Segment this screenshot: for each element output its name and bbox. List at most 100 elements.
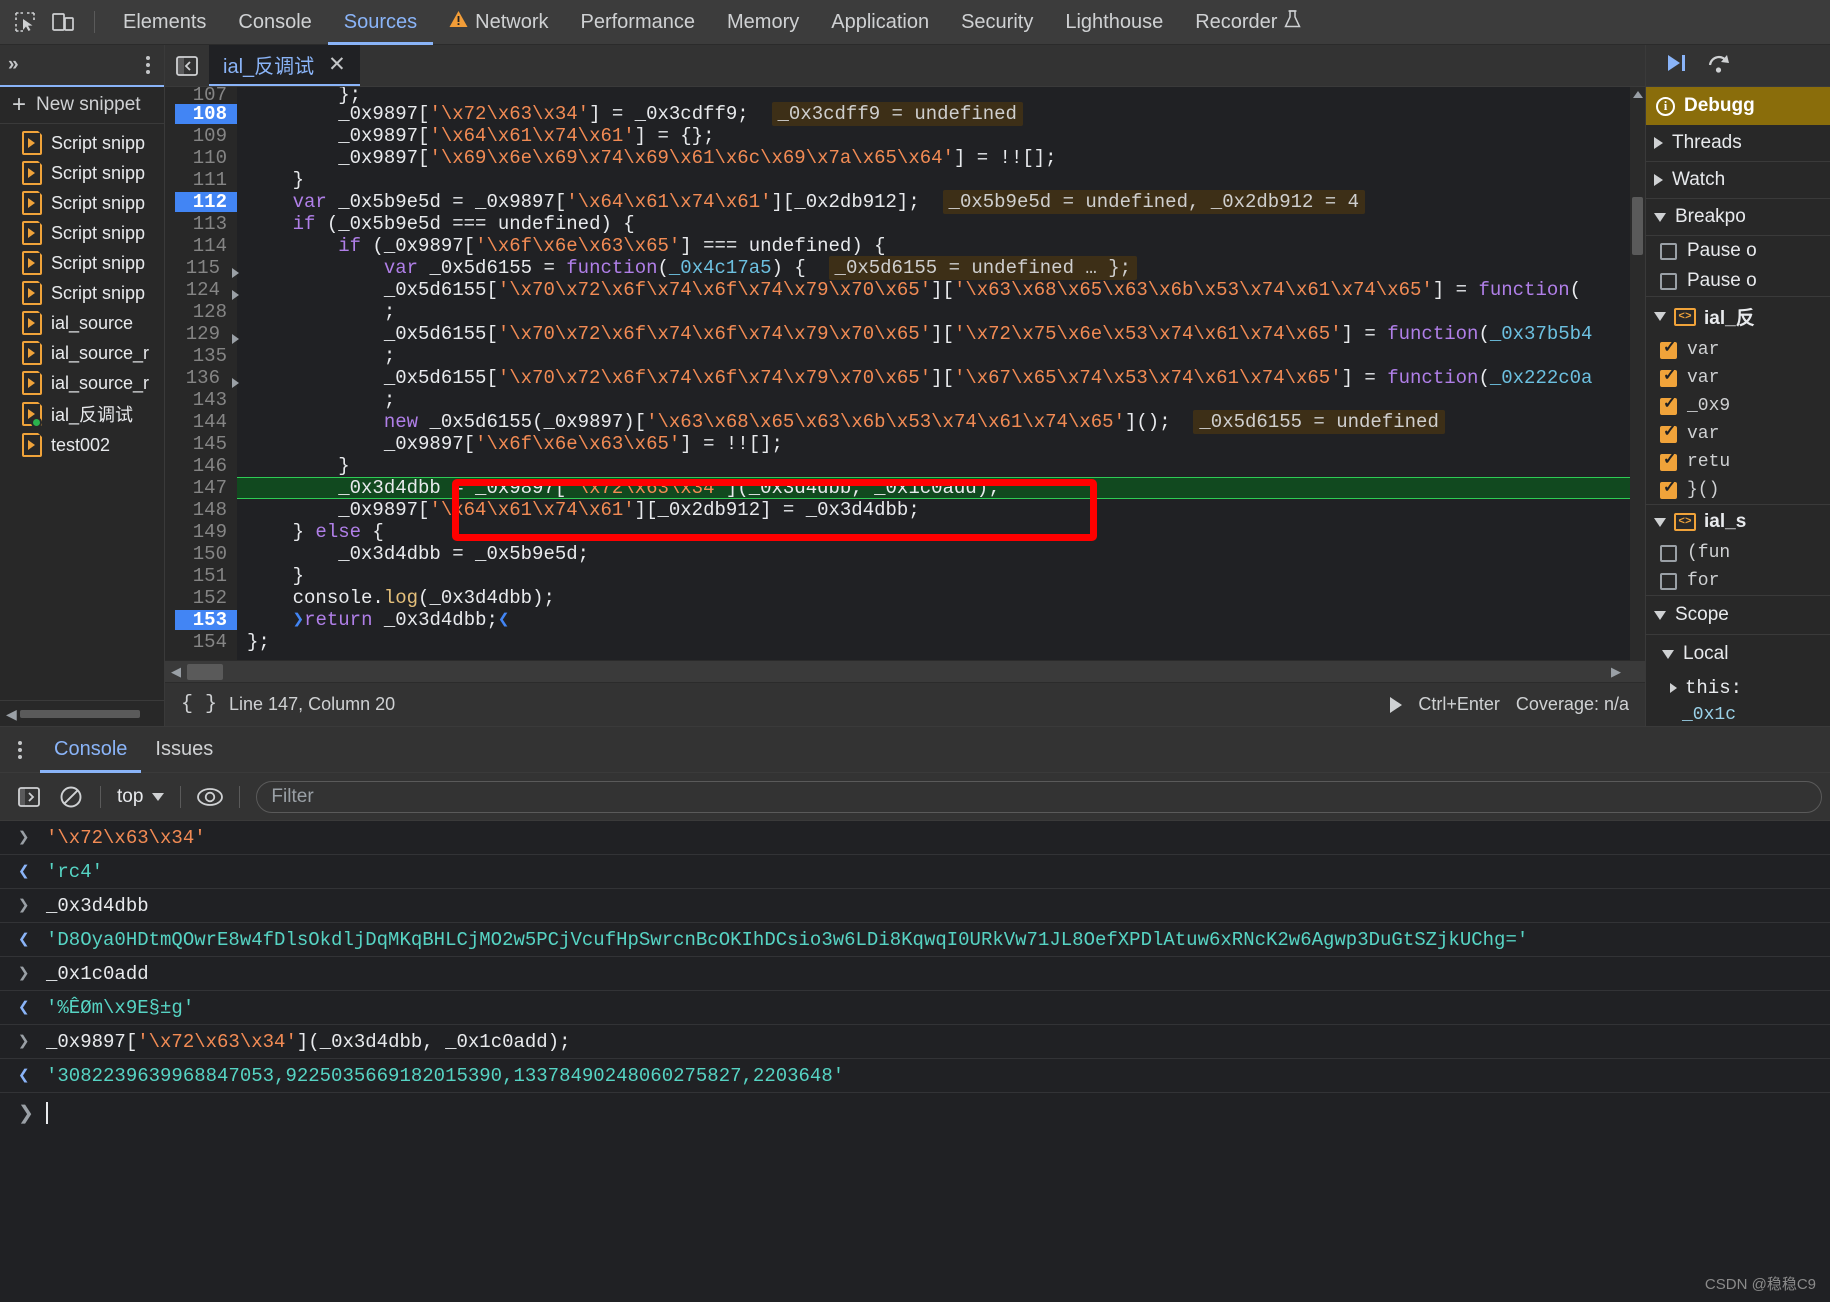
checkbox-icon[interactable] bbox=[1660, 368, 1677, 387]
list-item[interactable]: ial_source_r bbox=[0, 368, 164, 398]
console-filter-input[interactable]: Filter bbox=[256, 780, 1822, 813]
tab-console[interactable]: Console bbox=[222, 0, 327, 45]
device-toolbar-icon[interactable] bbox=[44, 5, 82, 39]
drawer-tab-console[interactable]: Console bbox=[40, 727, 141, 773]
gutter-line[interactable]: 143 bbox=[165, 389, 237, 411]
clear-console-icon[interactable] bbox=[50, 777, 92, 817]
code-line[interactable]: }; bbox=[237, 631, 1630, 653]
code-fold-icon[interactable] bbox=[232, 268, 239, 278]
scope-variable[interactable]: _0x1c bbox=[1646, 703, 1830, 726]
breakpoint-item[interactable]: for bbox=[1646, 567, 1830, 595]
gutter-line[interactable]: 113 bbox=[165, 213, 237, 235]
breakpoint-group-header[interactable]: <> ial_s bbox=[1646, 504, 1830, 539]
gutter-line[interactable]: 154 bbox=[165, 631, 237, 653]
gutter-line[interactable]: 148 bbox=[165, 499, 237, 521]
list-item[interactable]: ial_source bbox=[0, 308, 164, 338]
code-line[interactable]: } bbox=[237, 169, 1630, 191]
gutter-line[interactable]: 152 bbox=[165, 587, 237, 609]
gutter-line[interactable]: 128 bbox=[165, 301, 237, 323]
code-line[interactable]: if (_0x5b9e5d === undefined) { bbox=[237, 213, 1630, 235]
gutter-line[interactable]: 149 bbox=[165, 521, 237, 543]
scroll-left-icon[interactable]: ◀ bbox=[171, 664, 181, 680]
gutter-line[interactable]: 150 bbox=[165, 543, 237, 565]
gutter-line[interactable]: 135 bbox=[165, 345, 237, 367]
scroll-left-icon[interactable]: ◀ bbox=[6, 706, 17, 723]
checkbox-icon[interactable] bbox=[1660, 452, 1677, 471]
console-prompt-row[interactable]: ❯ bbox=[0, 1093, 1830, 1133]
gutter-line[interactable]: 115 bbox=[165, 257, 239, 279]
gutter-line[interactable]: 147 bbox=[165, 477, 237, 499]
code-line[interactable]: }; bbox=[237, 87, 1630, 105]
code-line[interactable]: _0x5d6155['\x70\x72\x6f\x74\x6f\x74\x79\… bbox=[237, 323, 1630, 345]
section-scope[interactable]: Scope bbox=[1646, 595, 1830, 634]
breakpoint-item[interactable]: var bbox=[1646, 364, 1830, 392]
step-over-icon[interactable] bbox=[1706, 51, 1732, 80]
code-line[interactable]: var _0x5b9e5d = _0x9897['\x64\x61\x74\x6… bbox=[237, 190, 1630, 214]
code-line[interactable]: _0x5d6155['\x70\x72\x6f\x74\x6f\x74\x79\… bbox=[237, 279, 1630, 301]
scrollbar-thumb[interactable] bbox=[187, 663, 223, 680]
tab-network[interactable]: Network bbox=[433, 0, 564, 45]
list-item[interactable]: Script snipp bbox=[0, 188, 164, 218]
list-item[interactable]: Script snipp bbox=[0, 158, 164, 188]
pause-on-caught-exceptions-checkbox[interactable]: Pause o bbox=[1646, 266, 1830, 296]
scope-local[interactable]: Local bbox=[1646, 634, 1830, 673]
checkbox-icon[interactable] bbox=[1660, 572, 1677, 590]
code-line[interactable]: _0x5d6155['\x70\x72\x6f\x74\x6f\x74\x79\… bbox=[237, 367, 1630, 389]
breakpoint-item[interactable]: var bbox=[1646, 336, 1830, 364]
list-item[interactable]: Script snipp bbox=[0, 278, 164, 308]
code-line[interactable]: _0x9897['\x72\x63\x34'] = _0x3cdff9; _0x… bbox=[237, 102, 1630, 126]
breakpoint-item[interactable]: _0x9 bbox=[1646, 392, 1830, 420]
list-item[interactable]: Script snipp bbox=[0, 128, 164, 158]
code-line-executing[interactable]: _0x3d4dbb = _0x9897['\x72\x63\x34'](_0x3… bbox=[237, 477, 1630, 499]
code-text-area[interactable]: }; _0x9897['\x72\x63\x34'] = _0x3cdff9; … bbox=[237, 87, 1630, 660]
code-line[interactable]: if (_0x9897['\x6f\x6e\x63\x65'] === unde… bbox=[237, 235, 1630, 257]
scrollbar-thumb[interactable] bbox=[20, 710, 140, 718]
code-fold-icon[interactable] bbox=[232, 378, 239, 388]
list-item[interactable]: Script snipp bbox=[0, 218, 164, 248]
code-line[interactable]: _0x9897['\x64\x61\x74\x61'] = {}; bbox=[237, 125, 1630, 147]
gutter-line[interactable]: 136 bbox=[165, 367, 239, 389]
tab-elements[interactable]: Elements bbox=[107, 0, 222, 45]
code-line[interactable]: } bbox=[237, 565, 1630, 587]
live-expression-icon[interactable] bbox=[189, 777, 231, 817]
gutter-line[interactable]: 144 bbox=[165, 411, 237, 433]
section-watch[interactable]: Watch bbox=[1646, 162, 1830, 199]
gutter-line[interactable]: 107 bbox=[165, 87, 237, 106]
scrollbar-thumb[interactable] bbox=[1632, 197, 1643, 255]
gutter-line-breakpoint[interactable]: 108 bbox=[165, 103, 248, 125]
gutter-line[interactable]: 124 bbox=[165, 279, 239, 301]
code-line[interactable]: ❯return _0x3d4dbb;❮ bbox=[237, 609, 1630, 631]
checkbox-icon[interactable] bbox=[1660, 480, 1677, 499]
code-line[interactable]: ; bbox=[237, 389, 1630, 411]
checkbox-icon[interactable] bbox=[1660, 396, 1677, 415]
code-line[interactable]: var _0x5d6155 = function(_0x4c17a5) { _0… bbox=[237, 256, 1630, 280]
inspect-element-icon[interactable] bbox=[6, 5, 44, 39]
tab-recorder[interactable]: Recorder bbox=[1179, 0, 1317, 45]
code-fold-icon[interactable] bbox=[232, 290, 239, 300]
gutter-line-breakpoint[interactable]: 112 bbox=[165, 191, 248, 213]
pause-on-exceptions-checkbox[interactable]: Pause o bbox=[1646, 236, 1830, 266]
navigator-more-options-icon[interactable] bbox=[142, 52, 154, 78]
code-line[interactable]: console.log(_0x3d4dbb); bbox=[237, 587, 1630, 609]
editor-file-tab[interactable]: ial_反调试 ✕ bbox=[209, 45, 360, 86]
checkbox-icon[interactable] bbox=[1660, 340, 1677, 359]
code-line[interactable]: _0x9897['\x64\x61\x74\x61'][_0x2db912] =… bbox=[237, 499, 1630, 521]
tab-performance[interactable]: Performance bbox=[565, 0, 712, 45]
pretty-print-icon[interactable]: { } bbox=[181, 693, 217, 716]
console-input-row[interactable]: ❯ '\x72\x63\x34' bbox=[0, 821, 1830, 855]
drawer-tab-issues[interactable]: Issues bbox=[141, 727, 227, 773]
breakpoint-item[interactable]: }() bbox=[1646, 476, 1830, 504]
console-input-row[interactable]: ❯ _0x9897['\x72\x63\x34'](_0x3d4dbb, _0x… bbox=[0, 1025, 1830, 1059]
list-item[interactable]: ial_source_r bbox=[0, 338, 164, 368]
tab-security[interactable]: Security bbox=[945, 0, 1049, 45]
code-fold-icon[interactable] bbox=[232, 334, 239, 344]
code-line[interactable]: new _0x5d6155(_0x9897)['\x63\x68\x65\x63… bbox=[237, 410, 1630, 434]
gutter-line[interactable]: 145 bbox=[165, 433, 237, 455]
console-input-row[interactable]: ❯ _0x1c0add bbox=[0, 957, 1830, 991]
navigator-horizontal-scrollbar[interactable]: ◀ bbox=[0, 700, 164, 726]
drawer-more-options-icon[interactable] bbox=[14, 737, 26, 763]
run-snippet-icon[interactable] bbox=[1390, 696, 1403, 713]
tab-memory[interactable]: Memory bbox=[711, 0, 815, 45]
close-icon[interactable]: ✕ bbox=[328, 54, 346, 75]
checkbox-icon[interactable] bbox=[1660, 272, 1677, 290]
